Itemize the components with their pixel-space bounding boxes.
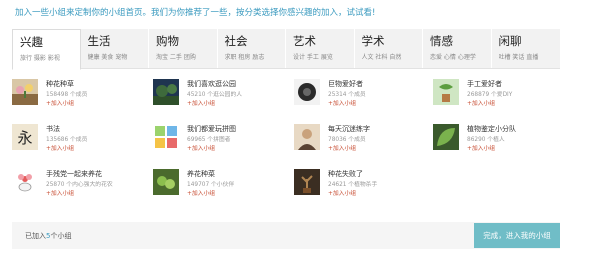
calligraphy-thumbnail[interactable]: 永 [12, 124, 38, 150]
join-group-button[interactable]: +加入小组 [46, 143, 74, 152]
join-group-button[interactable]: +加入小组 [328, 188, 356, 197]
joined-suffix: 个小组 [50, 232, 72, 240]
group-card: 种花失败了 24621 个植物杀手 +加入小组 [294, 169, 431, 203]
group-member-count: 135686 个成员 [46, 137, 88, 143]
group-card: 种花种草 158498 个成员 +加入小组 [12, 79, 149, 113]
group-name[interactable]: 每天沉迷练字 [328, 124, 370, 134]
join-group-button[interactable]: +加入小组 [467, 143, 495, 152]
flowers-thumbnail[interactable] [12, 79, 38, 105]
joined-count-text: 已加入5个小组 [25, 231, 71, 241]
group-card: 植物鉴定小分队 86290 个植人 +加入小组 [433, 124, 570, 158]
group-name[interactable]: 书法 [46, 124, 60, 134]
join-group-button[interactable]: +加入小组 [187, 188, 215, 197]
tab-label: 闲聊 [498, 34, 522, 48]
group-card: 我们喜欢逛公园 45210 个逛公园的人 +加入小组 [153, 79, 290, 113]
group-member-count: 25870 个内心强大的花农 [46, 182, 113, 188]
dead-plant-thumbnail[interactable] [294, 169, 320, 195]
group-member-count: 69965 个拼图者 [187, 137, 231, 143]
tab-label: 艺术 [293, 34, 316, 48]
tab-subtitle: 淘宝 二手 团购 [156, 54, 196, 61]
group-member-count: 86290 个植人 [467, 137, 505, 143]
tab-3[interactable]: 社会求职 租房 励志 [217, 29, 286, 68]
join-group-button[interactable]: +加入小组 [187, 98, 215, 107]
tab-0[interactable]: 兴趣旅行 摄影 影视 [12, 29, 81, 70]
join-group-button[interactable]: +加入小组 [187, 143, 215, 152]
park-thumbnail[interactable] [153, 79, 179, 105]
group-name[interactable]: 巨物爱好者 [328, 79, 363, 89]
tab-1[interactable]: 生活健康 美食 宠物 [80, 29, 149, 68]
join-group-button[interactable]: +加入小组 [46, 188, 74, 197]
group-name[interactable]: 手工爱好者 [467, 79, 502, 89]
joined-prefix: 已加入 [25, 232, 46, 240]
group-card: 永 书法 135686 个成员 +加入小组 [12, 124, 149, 158]
join-group-button[interactable]: +加入小组 [328, 143, 356, 152]
group-member-count: 268879 个爱DIY [467, 92, 513, 98]
group-card: 每天沉迷练字 78036 个成员 +加入小组 [294, 124, 431, 158]
tab-subtitle: 健康 美食 宠物 [87, 54, 128, 61]
tab-label: 生活 [87, 34, 111, 48]
cartoon-flower-thumbnail[interactable] [12, 169, 38, 195]
tab-label: 学术 [361, 34, 385, 48]
footer-bar: 已加入5个小组 完成，进入我的小组 [12, 222, 560, 249]
tab-4[interactable]: 艺术设计 手工 展览 [286, 29, 355, 68]
tab-subtitle: 旅行 摄影 影视 [20, 55, 60, 62]
tab-7[interactable]: 闲聊吐槽 笑话 直播 [491, 29, 560, 68]
tab-5[interactable]: 学术人文 社科 自然 [354, 29, 423, 68]
group-card: 养花种菜 149707 个小伙伴 +加入小组 [153, 169, 290, 203]
plant-pot-thumbnail[interactable] [433, 79, 459, 105]
group-member-count: 45210 个逛公园的人 [187, 92, 243, 98]
tab-subtitle: 设计 手工 展览 [293, 54, 333, 61]
tab-2[interactable]: 购物淘宝 二手 团购 [149, 29, 218, 68]
join-group-button[interactable]: +加入小组 [46, 98, 74, 107]
tab-subtitle: 恋爱 心情 心理学 [430, 54, 476, 61]
join-group-button[interactable]: +加入小组 [467, 98, 495, 107]
intro-text: 加入一些小组来定制你的小组首页。我们为你推荐了一些，按分类选择你感兴趣的加入，试… [15, 8, 376, 18]
tab-label: 购物 [156, 34, 179, 48]
group-card: 巨物爱好者 25314 个成员 +加入小组 [294, 79, 431, 113]
group-name[interactable]: 植物鉴定小分队 [467, 124, 516, 134]
group-name[interactable]: 养花种菜 [187, 169, 215, 179]
tab-6[interactable]: 情感恋爱 心情 心理学 [423, 29, 492, 68]
group-name[interactable]: 种花种草 [46, 79, 74, 89]
tab-subtitle: 人文 社科 自然 [361, 54, 402, 61]
group-card: 我们都爱玩拼图 69965 个拼图者 +加入小组 [153, 124, 290, 158]
vegetables-thumbnail[interactable] [153, 169, 179, 195]
tab-subtitle: 吐槽 笑话 直播 [498, 54, 539, 61]
group-member-count: 24621 个植物杀手 [328, 182, 378, 188]
tab-label: 情感 [430, 34, 453, 48]
tab-label: 兴趣 [20, 35, 43, 49]
tab-subtitle: 求职 租房 励志 [224, 54, 265, 61]
giant-object-thumbnail[interactable] [294, 79, 320, 105]
group-card: 手工爱好者 268879 个爱DIY +加入小组 [433, 79, 570, 113]
group-member-count: 158498 个成员 [46, 92, 88, 98]
group-name[interactable]: 我们喜欢逛公园 [187, 79, 236, 89]
category-tabs: 兴趣 旅行 摄影 影视 生活 健康 美食 宠物 购物 淘宝 二手 团购 社会 求职 租房 励志… [12, 29, 560, 70]
group-name[interactable]: 我们都爱玩拼图 [187, 124, 236, 134]
done-enter-groups-button[interactable]: 完成，进入我的小组 [474, 223, 560, 248]
group-member-count: 78036 个成员 [328, 137, 366, 143]
group-member-count: 149707 个小伙伴 [187, 182, 235, 188]
portrait-thumbnail[interactable] [294, 124, 320, 150]
puzzle-thumbnail[interactable] [153, 124, 179, 150]
group-name[interactable]: 手残党一起来养花 [46, 169, 102, 179]
group-name[interactable]: 种花失败了 [328, 169, 363, 179]
leaf-thumbnail[interactable] [433, 124, 459, 150]
svg-text:永: 永 [17, 129, 32, 147]
tab-label: 社会 [224, 34, 248, 48]
join-group-button[interactable]: +加入小组 [328, 98, 356, 107]
group-member-count: 25314 个成员 [328, 92, 366, 98]
group-card: 手残党一起来养花 25870 个内心强大的花农 +加入小组 [12, 169, 149, 203]
